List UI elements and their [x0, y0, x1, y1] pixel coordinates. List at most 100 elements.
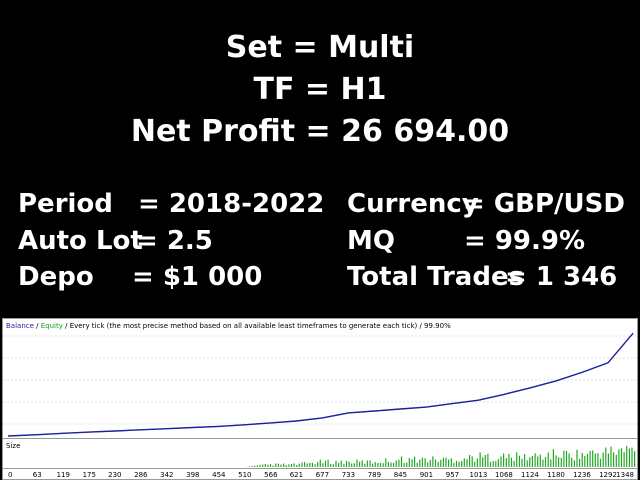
size-bar [495, 460, 497, 467]
size-bar [466, 459, 468, 467]
size-bar [537, 456, 539, 467]
x-tick-label: 454 [212, 471, 226, 479]
size-bar [296, 465, 298, 467]
x-tick-label: 1013 [470, 471, 488, 479]
size-bar [620, 448, 623, 467]
size-bar [586, 453, 589, 467]
size-bar [455, 460, 458, 467]
size-bar [432, 456, 434, 467]
size-bar [445, 457, 447, 467]
size-bar [628, 448, 630, 467]
size-bar [382, 463, 384, 467]
size-bar [338, 462, 340, 467]
size-bar [408, 458, 410, 467]
x-tick-label: 119 [57, 471, 70, 479]
size-bar [626, 445, 628, 467]
size-bar [427, 462, 429, 467]
size-bar [395, 460, 397, 467]
x-tick-label: 1180 [547, 471, 565, 479]
size-bar [330, 463, 332, 467]
size-bar [605, 447, 607, 467]
x-tick-label: 63 [33, 471, 42, 479]
size-bar [411, 459, 413, 467]
size-bar [568, 453, 570, 467]
size-bar [448, 459, 450, 467]
size-bar [565, 450, 568, 467]
x-tick-label: 957 [446, 471, 459, 479]
size-bar [602, 452, 604, 467]
size-bar [335, 460, 337, 467]
legend-balance: Balance [6, 322, 34, 330]
size-bar [634, 451, 636, 467]
size-bar [340, 460, 342, 467]
size-bar [579, 458, 581, 467]
x-tick-label: 1292 [599, 471, 617, 479]
size-bar [492, 461, 494, 467]
size-bar [597, 453, 599, 467]
size-bar [560, 457, 562, 467]
size-bar [254, 465, 256, 467]
stat-autolot-label: Auto Lot [18, 226, 143, 256]
size-bar [306, 463, 308, 467]
size-bar [429, 459, 431, 467]
size-bar [434, 459, 437, 467]
size-bar [581, 452, 583, 467]
size-bar [631, 447, 633, 467]
size-bar [529, 457, 531, 467]
size-bar [469, 455, 471, 467]
size-bar [576, 449, 578, 467]
size-bar [476, 458, 478, 467]
stat-period-label: Period [18, 189, 113, 219]
x-tick-label: 398 [186, 471, 199, 479]
size-bar [283, 463, 285, 467]
size-bar [463, 458, 465, 467]
size-bar [353, 463, 355, 467]
size-bar [534, 453, 536, 467]
size-bar [503, 453, 505, 467]
size-bar [440, 459, 442, 467]
size-bar [359, 461, 361, 467]
x-tick-label: 1348 [616, 471, 634, 479]
size-bar [249, 466, 251, 467]
size-bar [497, 459, 499, 467]
size-bar [505, 458, 507, 467]
stat-depo-label: Depo [18, 262, 94, 292]
size-bar [437, 461, 439, 467]
size-bar [366, 460, 368, 467]
size-bar [419, 459, 421, 467]
stat-depo-value: = $1 000 [132, 262, 263, 292]
x-tick-label: 1236 [573, 471, 591, 479]
x-tick-label: 733 [342, 471, 355, 479]
size-bar [623, 452, 625, 467]
size-bar [487, 453, 489, 467]
size-bar [521, 458, 523, 467]
x-tick-label: 789 [368, 471, 381, 479]
size-bar [400, 456, 403, 467]
size-bar [524, 454, 526, 467]
size-bar [589, 451, 591, 467]
backtest-chart: 0 63 119 175 230 286 342 398 454 510 566 621 677 733 7… [2, 318, 638, 480]
size-bar [403, 463, 405, 467]
size-bar [424, 458, 426, 467]
size-bar [508, 453, 510, 467]
size-bar [269, 463, 272, 467]
size-bar [267, 464, 269, 467]
stat-currency-label: Currency [347, 189, 479, 219]
size-bar [513, 460, 515, 467]
size-bar [369, 460, 371, 467]
size-bar [251, 466, 253, 467]
size-bar [442, 457, 444, 467]
size-bar [390, 462, 392, 467]
size-bar [479, 452, 481, 467]
size-bar [484, 455, 486, 467]
size-bar [474, 461, 476, 467]
legend-model-text: Every tick (the most precise method base… [70, 322, 418, 330]
stat-trades-label: Total Trades [347, 262, 525, 292]
size-bar [544, 457, 547, 467]
size-bar [379, 462, 382, 467]
x-tick-label: 342 [160, 471, 173, 479]
size-bar [471, 456, 473, 467]
legend-equity: Equity [41, 322, 63, 330]
size-bar [387, 462, 389, 467]
backtest-chart-svg: 0 63 119 175 230 286 342 398 454 510 566 621 677 733 7… [2, 318, 638, 480]
